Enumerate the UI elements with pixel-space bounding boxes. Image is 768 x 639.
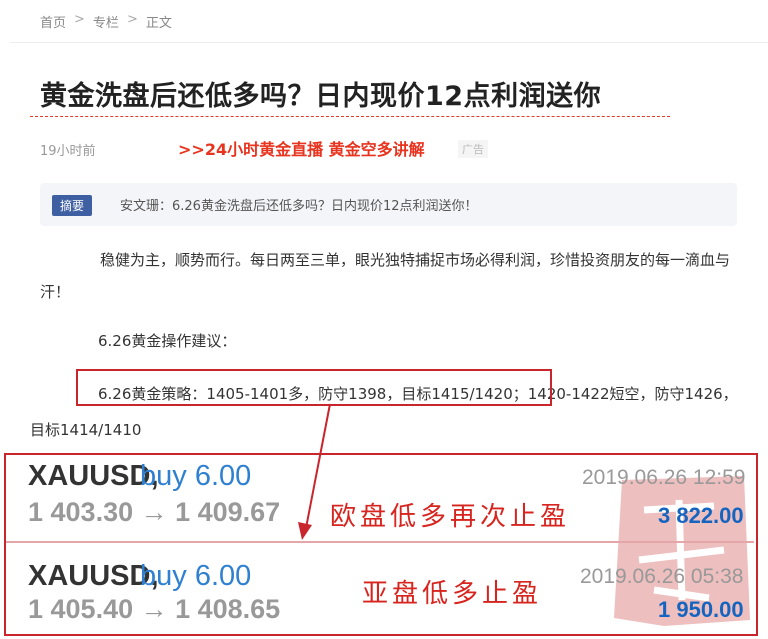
trade-prices: 1 403.30 → 1 409.67 — [28, 497, 281, 527]
trade-symbol: XAUUSD, — [28, 560, 159, 592]
trade-profit: 1 950.00 — [658, 597, 744, 622]
trade-separator — [6, 541, 754, 543]
trade-time: 2019.06.26 12:59 — [582, 466, 746, 489]
trade-note: 亚盘低多止盈 — [362, 579, 543, 609]
trade-symbol: XAUUSD, — [28, 460, 159, 492]
trade-prices: 1 405.40 → 1 408.65 — [28, 594, 281, 624]
trade-side: buy 6.00 — [140, 560, 252, 592]
trade-profit: 3 822.00 — [658, 503, 744, 528]
trade-side: buy 6.00 — [140, 460, 252, 492]
trade-note: 欧盘低多再次止盈 — [330, 502, 571, 532]
trade-time: 2019.06.26 05:38 — [580, 565, 744, 588]
